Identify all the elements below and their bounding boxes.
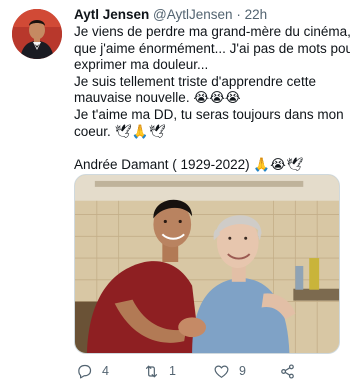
share-icon <box>281 363 294 379</box>
user-handle[interactable]: @AytlJensen <box>153 7 233 22</box>
tweet[interactable]: Aytl Jensen @AytlJensen · 22h Je viens d… <box>0 0 350 389</box>
display-name[interactable]: Aytl Jensen <box>74 7 149 22</box>
tweet-text-line: Je viens de perdre ma grand-mère du ciné… <box>74 24 350 39</box>
reply-count: 4 <box>102 364 109 378</box>
reply-button[interactable]: 4 <box>76 360 109 382</box>
like-count: 9 <box>239 364 246 378</box>
tweet-text-line: mauvaise nouvelle. 😭😭😭 <box>74 90 241 106</box>
heart-icon <box>214 365 229 378</box>
tweet-text-line: Je suis tellement triste d'apprendre cet… <box>74 73 316 89</box>
tweet-text-line: exprimer ma douleur... <box>74 57 209 73</box>
tweet-text-line: coeur. 🕊🙏🕊 <box>74 123 166 139</box>
tweet-header: Aytl Jensen @AytlJensen · 22h <box>74 7 267 23</box>
retweet-count: 1 <box>169 364 176 378</box>
tweet-text: Je viens de perdre ma grand-mère du ciné… <box>74 24 350 173</box>
tweet-text-line: que j'aime énormément... J'ai pas de mot… <box>74 40 350 56</box>
separator-dot: · <box>236 7 241 22</box>
avatar-image <box>12 9 62 59</box>
retweet-button[interactable]: 1 <box>143 360 176 382</box>
timestamp[interactable]: 22h <box>245 7 268 22</box>
retweet-icon <box>145 365 158 377</box>
tweet-text-line: Je t'aime ma DD, tu seras toujours dans … <box>74 106 344 122</box>
tweet-actions: 4 1 9 <box>74 360 346 382</box>
share-button[interactable] <box>279 360 296 382</box>
photo-image <box>75 175 339 353</box>
tweet-photo[interactable] <box>74 174 340 354</box>
avatar[interactable] <box>12 9 62 59</box>
reply-icon <box>78 364 92 378</box>
tweet-text-line: Andrée Damant ( 1929-2022) 🙏😭🕊 <box>74 156 304 172</box>
like-button[interactable]: 9 <box>213 360 246 382</box>
